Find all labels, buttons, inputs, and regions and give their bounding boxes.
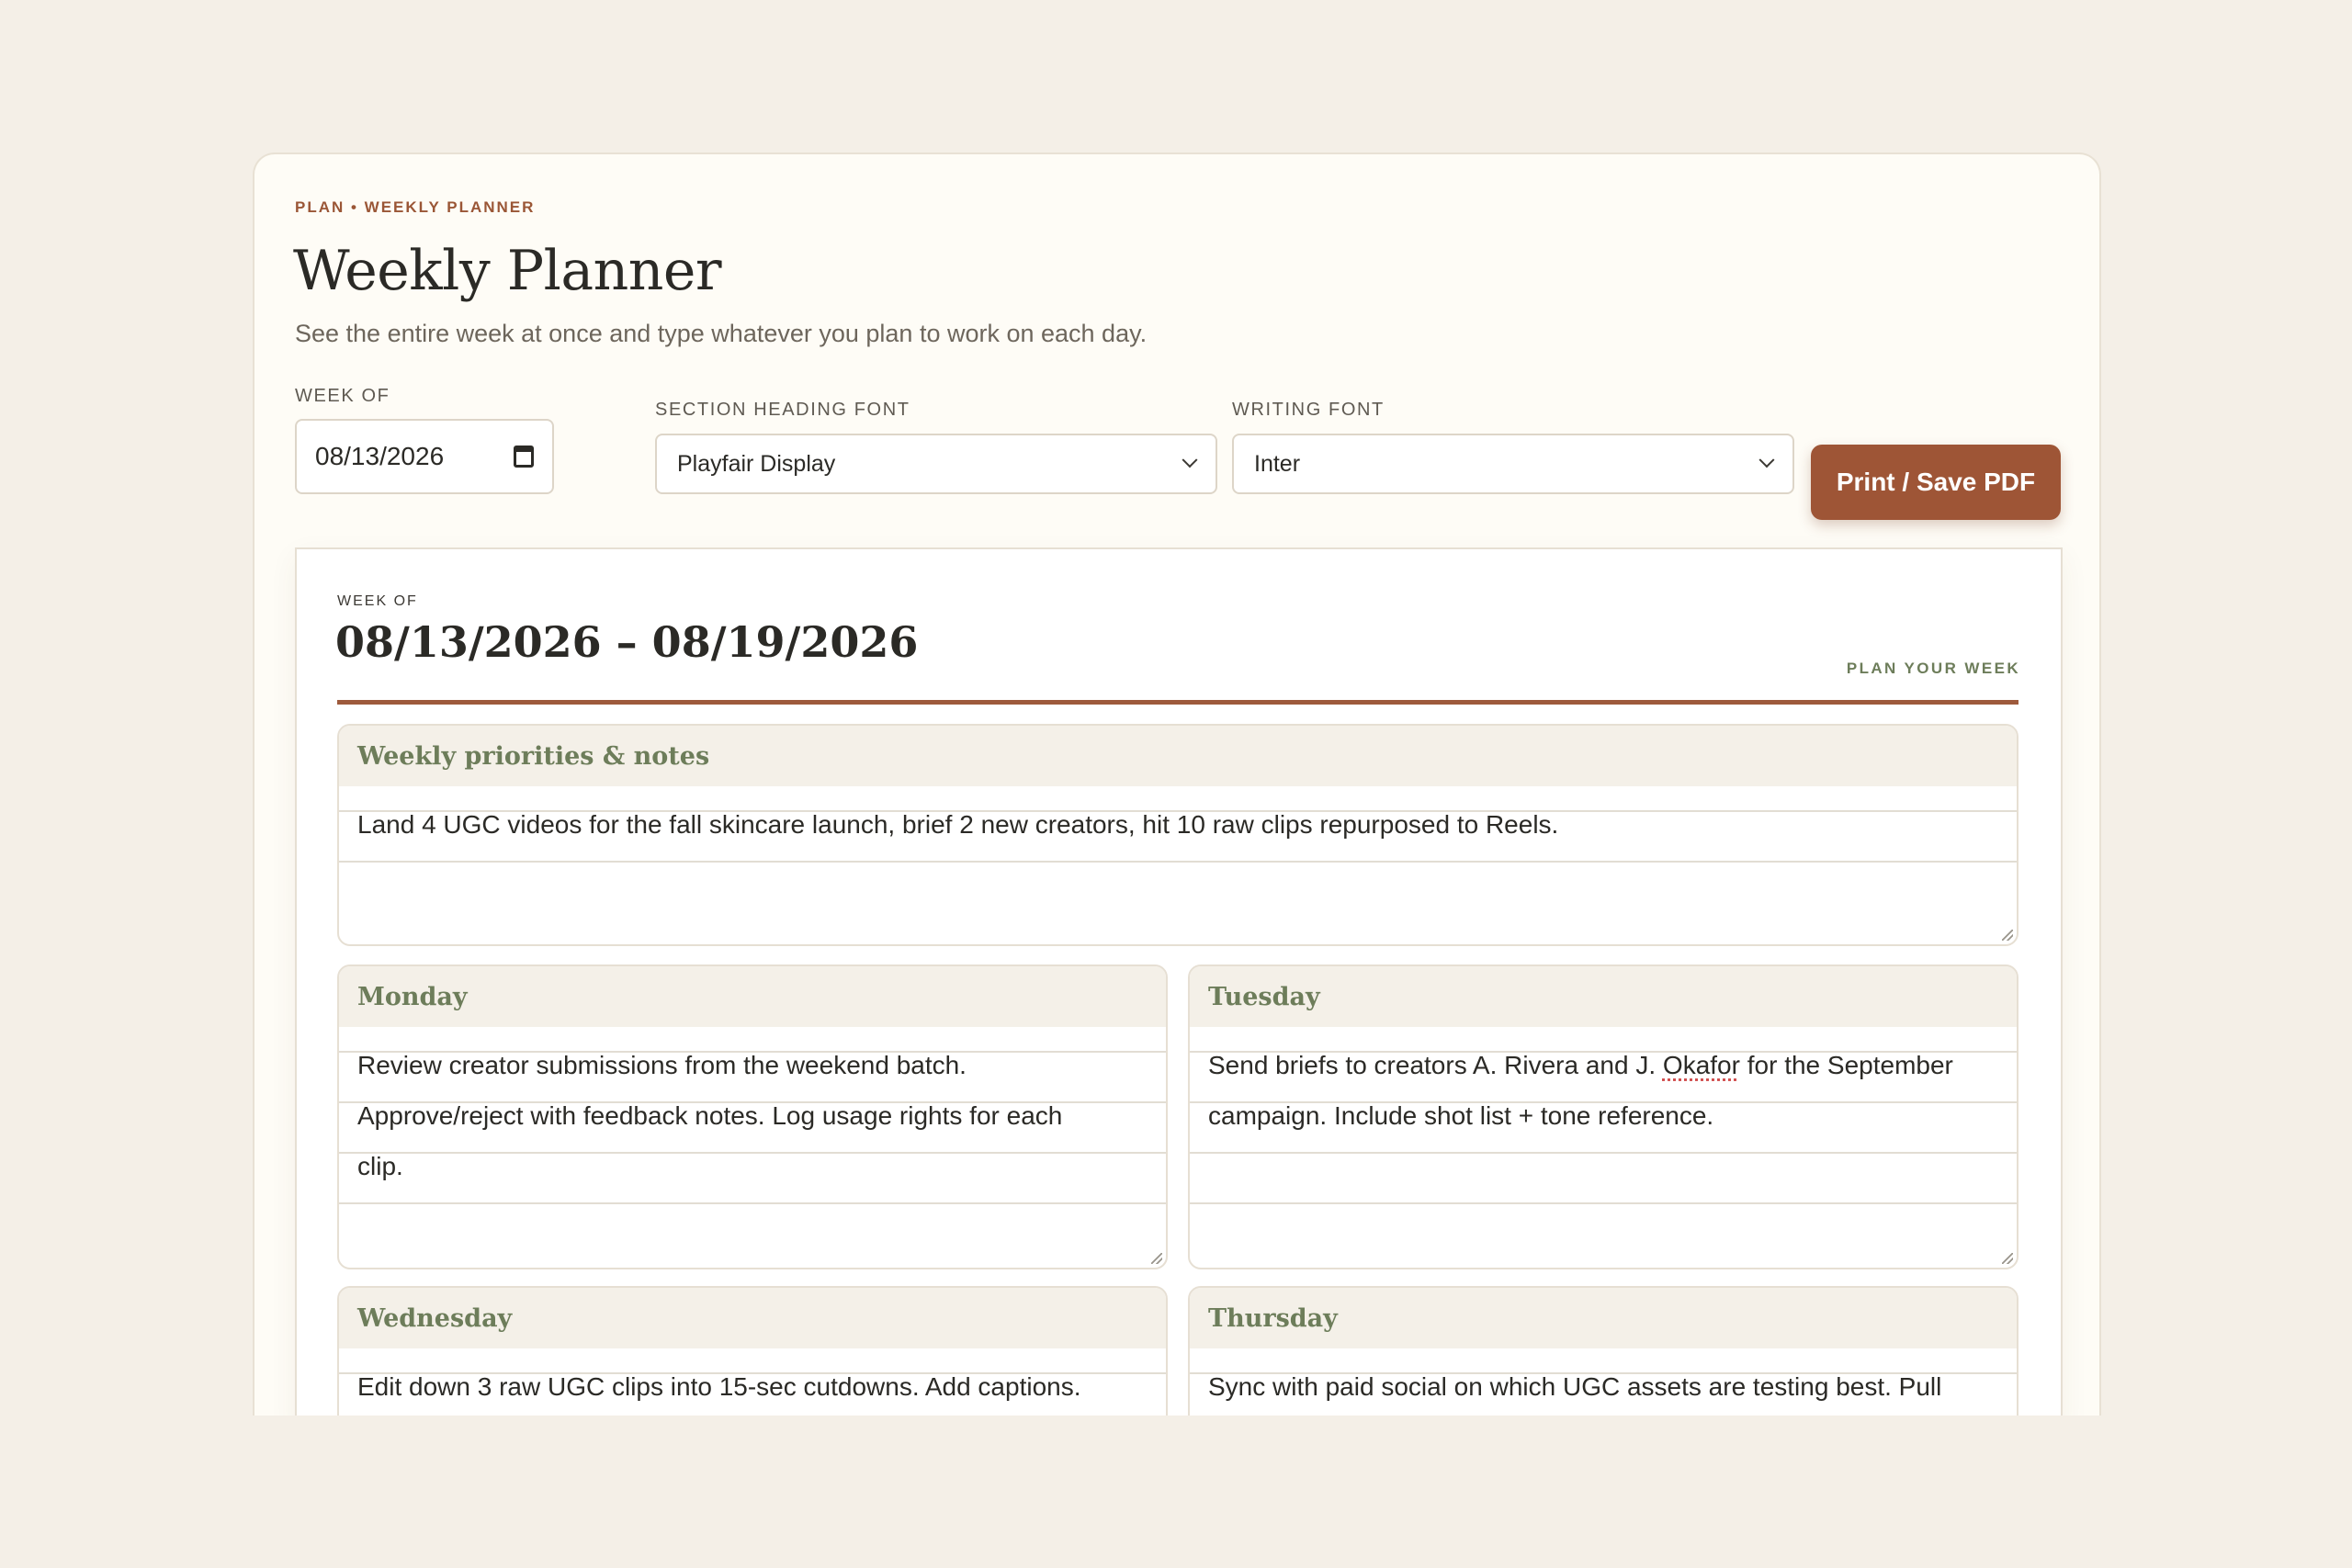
tuesday-line — [1190, 1141, 2017, 1191]
writing-font-value: Inter — [1254, 450, 1301, 477]
tuesday-line: campaign. Include shot list + tone refer… — [1208, 1101, 1714, 1130]
monday-section: Monday Review creator submissions from t… — [337, 964, 1168, 1269]
writing-font-select[interactable]: Inter — [1232, 434, 1794, 494]
thursday-section: Thursday Sync with paid social on which … — [1188, 1286, 2018, 1416]
week-range: 08/13/2026 – 08/19/2026 — [335, 617, 919, 667]
heading-font-value: Playfair Display — [677, 450, 836, 477]
monday-line — [339, 1191, 1166, 1242]
resize-handle[interactable] — [1151, 1253, 1162, 1264]
wednesday-textarea[interactable]: Edit down 3 raw UGC clips into 15-sec cu… — [339, 1361, 1166, 1412]
tuesday-line-text: for the September — [1739, 1051, 1953, 1079]
breadcrumb: PLAN • WEEKLY PLANNER — [295, 198, 536, 216]
week-of-value: 08/13/2026 — [315, 442, 445, 470]
heading-font-label: SECTION HEADING FONT — [655, 400, 910, 420]
tuesday-section: Tuesday Send briefs to creators A. River… — [1188, 964, 2018, 1269]
wednesday-line: Edit down 3 raw UGC clips into 15-sec cu… — [357, 1372, 1081, 1401]
monday-heading: Monday — [339, 966, 1166, 1027]
calendar-icon[interactable] — [514, 446, 534, 468]
monday-line: clip. — [357, 1152, 403, 1180]
sheet-week-of-label: WEEK OF — [337, 593, 418, 609]
heading-rule — [337, 700, 2018, 705]
planner-sheet: WEEK OF 08/13/2026 – 08/19/2026 PLAN YOU… — [295, 547, 2063, 1416]
tuesday-textarea[interactable]: Send briefs to creators A. Rivera and J.… — [1190, 1040, 2017, 1242]
tuesday-line — [1190, 1191, 2017, 1242]
week-of-label: WEEK OF — [295, 386, 390, 406]
monday-textarea[interactable]: Review creator submissions from the week… — [339, 1040, 1166, 1242]
wednesday-section: Wednesday Edit down 3 raw UGC clips into… — [337, 1286, 1168, 1416]
print-save-pdf-button[interactable]: Print / Save PDF — [1811, 445, 2061, 520]
priorities-section: Weekly priorities & notes Land 4 UGC vid… — [337, 724, 2018, 946]
week-of-date-input[interactable]: 08/13/2026 — [295, 419, 554, 494]
thursday-line: Sync with paid social on which UGC asset… — [1208, 1372, 1942, 1401]
priorities-line: Land 4 UGC videos for the fall skincare … — [357, 810, 1559, 839]
planner-card: PLAN • WEEKLY PLANNER Weekly Planner See… — [253, 152, 2101, 1416]
plan-your-week-tag: PLAN YOUR WEEK — [1846, 660, 2020, 677]
writing-font-label: WRITING FONT — [1232, 400, 1385, 420]
priorities-textarea[interactable]: Land 4 UGC videos for the fall skincare … — [339, 799, 2017, 900]
tuesday-line: Send briefs to creators A. Rivera and J.… — [1190, 1040, 2017, 1090]
monday-line: Review creator submissions from the week… — [357, 1051, 967, 1079]
tuesday-line-text: Okafor — [1662, 1051, 1740, 1079]
chevron-down-icon — [1182, 452, 1198, 468]
priorities-line — [339, 850, 2017, 900]
priorities-heading: Weekly priorities & notes — [339, 726, 2017, 786]
wednesday-heading: Wednesday — [339, 1288, 1166, 1348]
chevron-down-icon — [1758, 452, 1775, 468]
page-title: Weekly Planner — [293, 239, 722, 303]
thursday-textarea[interactable]: Sync with paid social on which UGC asset… — [1190, 1361, 2017, 1412]
tuesday-line-text: Send briefs to creators A. Rivera and J. — [1208, 1051, 1663, 1079]
resize-handle[interactable] — [2002, 1253, 2013, 1264]
monday-line: Approve/reject with feedback notes. Log … — [357, 1101, 1063, 1130]
page-subtitle: See the entire week at once and type wha… — [295, 320, 1148, 347]
heading-font-select[interactable]: Playfair Display — [655, 434, 1217, 494]
thursday-heading: Thursday — [1190, 1288, 2017, 1348]
resize-handle[interactable] — [2002, 930, 2013, 941]
tuesday-heading: Tuesday — [1190, 966, 2017, 1027]
